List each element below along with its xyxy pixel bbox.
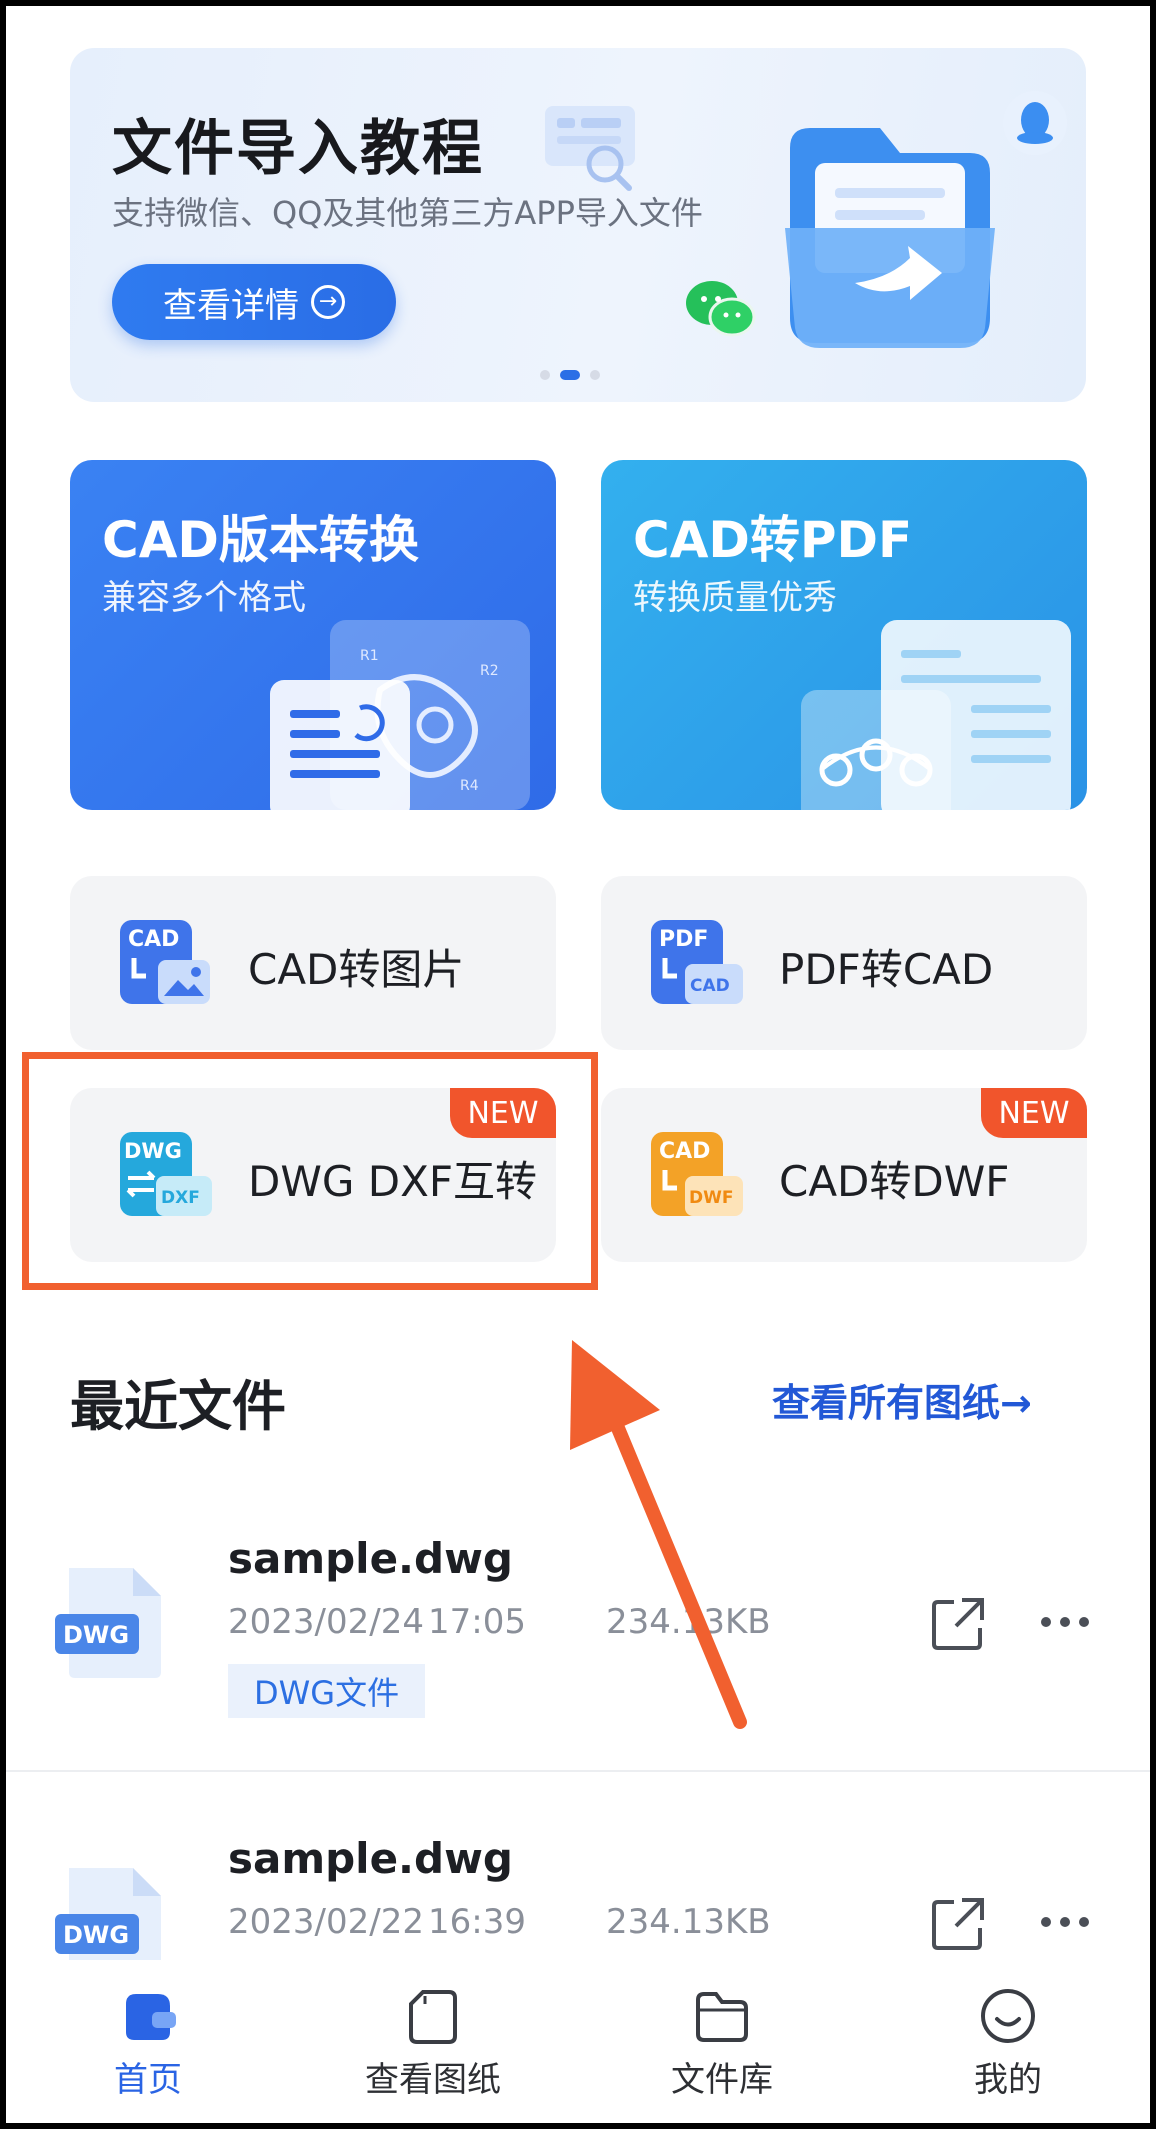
annotation-arrow (570, 1340, 747, 1729)
